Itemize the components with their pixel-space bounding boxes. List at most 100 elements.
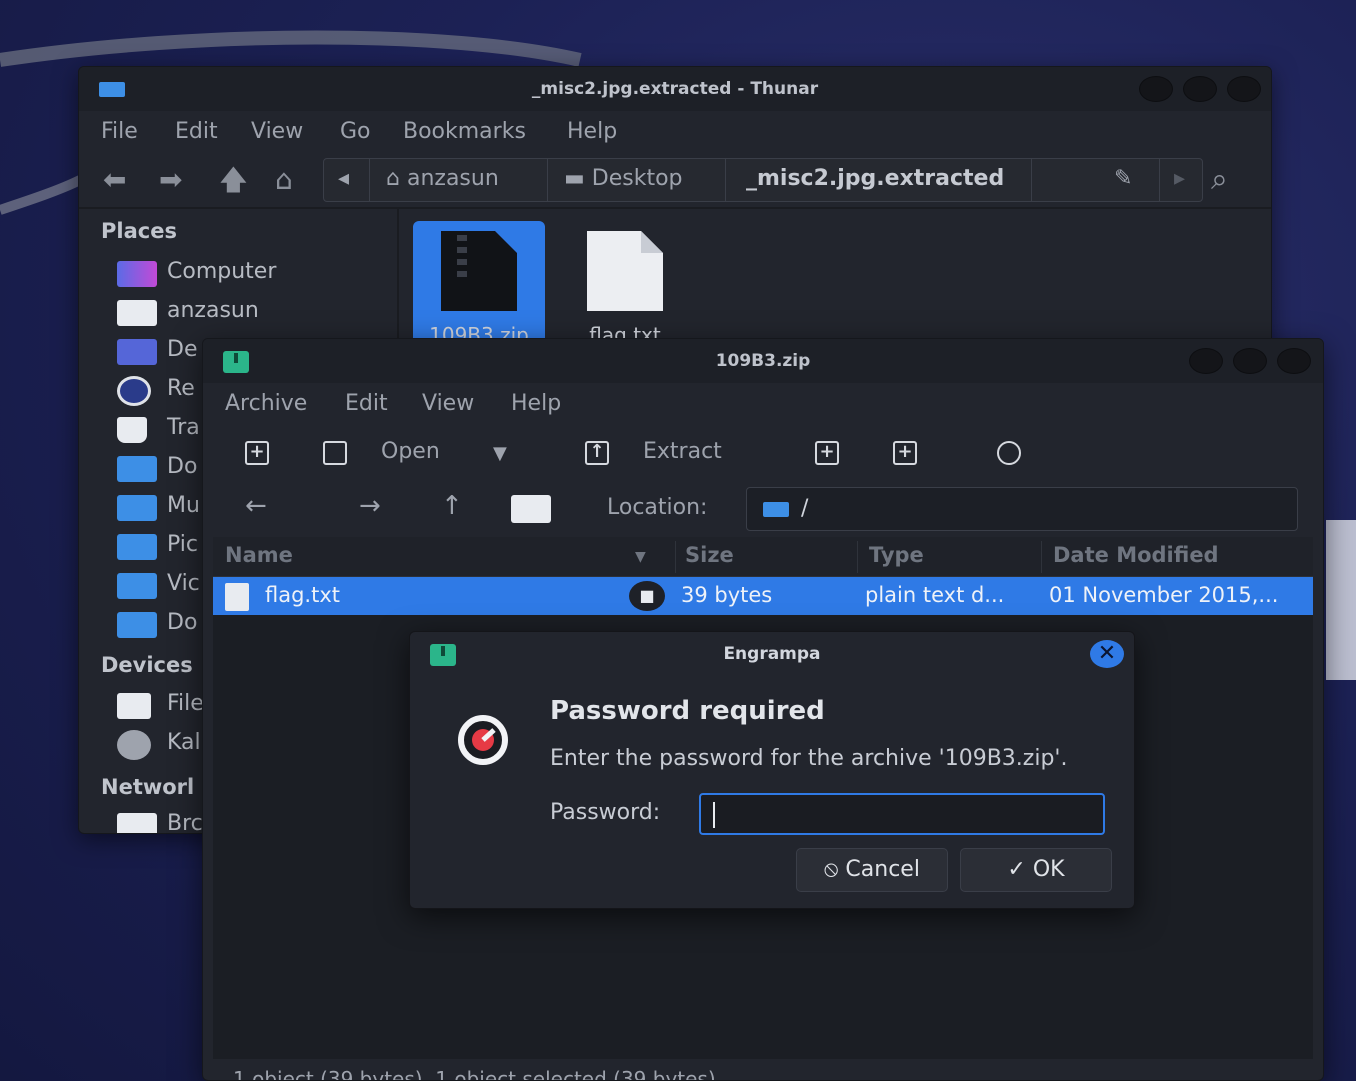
crumb-home[interactable]: ⌂ anzasun xyxy=(370,159,548,201)
add-folder-icon[interactable]: + xyxy=(893,441,917,465)
network-heading: Networl xyxy=(101,775,195,799)
file-item[interactable]: flag.txt xyxy=(559,221,691,351)
search-icon[interactable]: ⌕ xyxy=(1211,165,1228,195)
up-icon[interactable]: 🡅 xyxy=(219,165,248,195)
maximize-button[interactable] xyxy=(1233,348,1267,374)
password-field[interactable] xyxy=(699,793,1105,835)
path-scroll-left[interactable]: ◂ xyxy=(324,159,370,201)
sidebar-item-label: Brc xyxy=(167,811,203,834)
devices-heading: Devices xyxy=(101,653,193,677)
up-icon[interactable]: ↑ xyxy=(441,491,463,521)
row-date: 01 November 2015,... xyxy=(1049,583,1279,607)
menu-edit[interactable]: Edit xyxy=(345,391,388,416)
thunar-menubar: File Edit View Go Bookmarks Help xyxy=(79,111,1271,155)
stop-icon[interactable] xyxy=(997,441,1021,465)
engrampa-menubar: Archive Edit View Help xyxy=(203,383,1323,427)
pictures-folder-icon xyxy=(117,534,157,560)
dialog-message: Enter the password for the archive '109B… xyxy=(550,746,1068,771)
sidebar-item-label: Tra xyxy=(167,415,200,440)
dialog-heading: Password required xyxy=(550,696,825,726)
sidebar-item-label: Re xyxy=(167,376,195,401)
cancel-button[interactable]: ⦸ Cancel xyxy=(796,848,948,892)
crumb-current[interactable]: _misc2.jpg.extracted xyxy=(726,159,1032,201)
menu-help[interactable]: Help xyxy=(567,119,617,144)
ok-label: OK xyxy=(1032,857,1065,882)
close-button[interactable] xyxy=(1277,348,1311,374)
documents-folder-icon xyxy=(117,456,157,482)
back-icon[interactable]: ⬅ xyxy=(103,165,126,195)
engrampa-titlebar[interactable]: 109B3.zip xyxy=(203,339,1323,383)
home-icon: ⌂ xyxy=(386,166,400,191)
home-folder-icon[interactable] xyxy=(511,495,551,523)
row-size: 39 bytes xyxy=(681,583,773,607)
table-row[interactable]: flag.txt ■ 39 bytes plain text d... 01 N… xyxy=(213,577,1313,615)
thunar-toolbar: ⬅ ➡ 🡅 ⌂ ◂ ⌂ anzasun ▬ Desktop _misc2.jpg… xyxy=(79,155,1271,207)
open-dropdown-icon[interactable]: ▼ xyxy=(493,443,507,464)
edit-path-icon[interactable]: ✎ xyxy=(1032,159,1160,201)
ok-button[interactable]: ✓ OK xyxy=(960,848,1112,892)
lock-icon: ■ xyxy=(629,581,665,611)
menu-edit[interactable]: Edit xyxy=(175,119,218,144)
minimize-button[interactable] xyxy=(1139,76,1173,102)
add-files-icon[interactable]: + xyxy=(815,441,839,465)
zip-file-icon xyxy=(441,231,517,311)
home-folder-icon xyxy=(117,300,157,326)
disc-icon xyxy=(117,730,151,760)
folder-icon xyxy=(763,502,789,517)
location-value: / xyxy=(801,496,809,521)
menu-archive[interactable]: Archive xyxy=(225,391,307,416)
forward-icon[interactable]: → xyxy=(359,491,381,521)
extract-button[interactable]: Extract xyxy=(643,439,722,464)
trash-icon xyxy=(117,417,147,443)
password-label: Password: xyxy=(550,800,661,825)
new-archive-icon[interactable]: + xyxy=(245,441,269,465)
sidebar-item-label: File xyxy=(167,691,204,716)
pathbar: ◂ ⌂ anzasun ▬ Desktop _misc2.jpg.extract… xyxy=(323,158,1203,202)
password-input[interactable] xyxy=(701,795,1103,833)
row-name: flag.txt xyxy=(265,583,340,607)
sidebar-item-home[interactable]: anzasun xyxy=(117,296,397,330)
path-scroll-right[interactable]: ▸ xyxy=(1160,159,1204,201)
back-icon[interactable]: ← xyxy=(245,491,267,521)
sidebar-item-label: anzasun xyxy=(167,298,259,323)
forward-icon[interactable]: ➡ xyxy=(159,165,182,195)
minimize-button[interactable] xyxy=(1189,348,1223,374)
clock-icon xyxy=(117,376,151,406)
sidebar-item-label: Computer xyxy=(167,259,277,284)
menu-view[interactable]: View xyxy=(422,391,474,416)
col-name[interactable]: Name xyxy=(225,543,293,567)
menu-go[interactable]: Go xyxy=(340,119,371,144)
menu-view[interactable]: View xyxy=(251,119,303,144)
home-icon[interactable]: ⌂ xyxy=(275,165,293,195)
sidebar-item-computer[interactable]: Computer xyxy=(117,257,397,291)
extract-icon[interactable]: ↑ xyxy=(585,441,609,465)
close-button[interactable] xyxy=(1227,76,1261,102)
menu-help[interactable]: Help xyxy=(511,391,561,416)
sidebar-item-label: Do xyxy=(167,610,198,635)
col-type[interactable]: Type xyxy=(869,543,924,567)
close-button[interactable]: ✕ xyxy=(1090,640,1124,668)
open-archive-icon[interactable] xyxy=(323,441,347,465)
col-size[interactable]: Size xyxy=(685,543,734,567)
crumb-desktop[interactable]: ▬ Desktop xyxy=(548,159,726,201)
places-heading: Places xyxy=(101,219,177,243)
menu-file[interactable]: File xyxy=(101,119,138,144)
text-file-icon xyxy=(587,231,663,311)
desktop-icon xyxy=(117,339,157,365)
music-folder-icon xyxy=(117,495,157,521)
cancel-label: Cancel xyxy=(845,857,920,882)
crumb-label: Desktop xyxy=(591,166,683,191)
thunar-titlebar[interactable]: _misc2.jpg.extracted - Thunar xyxy=(79,67,1271,111)
network-icon xyxy=(117,813,157,833)
col-date[interactable]: Date Modified xyxy=(1053,543,1219,567)
maximize-button[interactable] xyxy=(1183,76,1217,102)
open-button[interactable]: Open xyxy=(381,439,440,464)
menu-bookmarks[interactable]: Bookmarks xyxy=(403,119,526,144)
sidebar-item-label: Pic xyxy=(167,532,198,557)
computer-icon xyxy=(117,261,157,287)
file-item[interactable]: 109B3.zip xyxy=(413,221,545,351)
crumb-label: anzasun xyxy=(406,166,499,191)
location-field[interactable]: / xyxy=(746,487,1298,531)
location-bar: ← → ↑ Location: / xyxy=(203,481,1323,537)
engrampa-toolbar: + Open ▼ ↑ Extract + + xyxy=(203,427,1323,481)
